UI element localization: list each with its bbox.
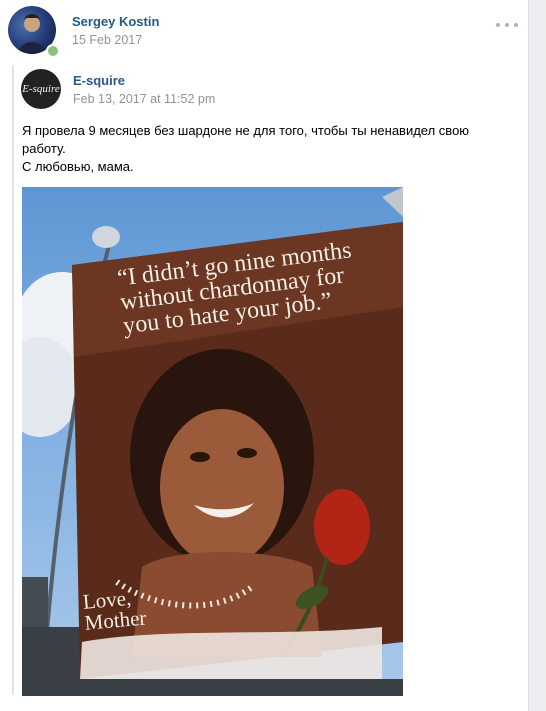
signoff-line: Mother bbox=[83, 605, 148, 635]
source-avatar[interactable]: E-squire bbox=[21, 69, 61, 109]
source-date-link[interactable]: Feb 13, 2017 at 11:52 pm bbox=[73, 92, 215, 106]
post-header: Sergey Kostin 15 Feb 2017 bbox=[8, 6, 528, 58]
post-text: Я провела 9 месяцев без шардоне не для т… bbox=[22, 122, 512, 176]
source-name-link[interactable]: E-squire bbox=[73, 73, 125, 88]
post-photo[interactable]: “I didn’t go nine months without chardon… bbox=[22, 187, 403, 696]
repost-quote-bar bbox=[12, 65, 14, 695]
post-text-line: Я провела 9 месяцев без шардоне не для т… bbox=[22, 123, 470, 156]
post-text-line: С любовью, мама. bbox=[22, 159, 134, 174]
more-dots-icon[interactable] bbox=[496, 18, 518, 32]
source-logo-text: E-squire bbox=[22, 83, 60, 95]
author-name-link[interactable]: Sergey Kostin bbox=[72, 14, 159, 29]
online-indicator bbox=[46, 44, 60, 58]
wall-post: Sergey Kostin 15 Feb 2017 E-squire E-squ… bbox=[0, 0, 529, 711]
post-date-link[interactable]: 15 Feb 2017 bbox=[72, 33, 142, 47]
billboard-signoff: Love, Mother bbox=[82, 586, 148, 635]
